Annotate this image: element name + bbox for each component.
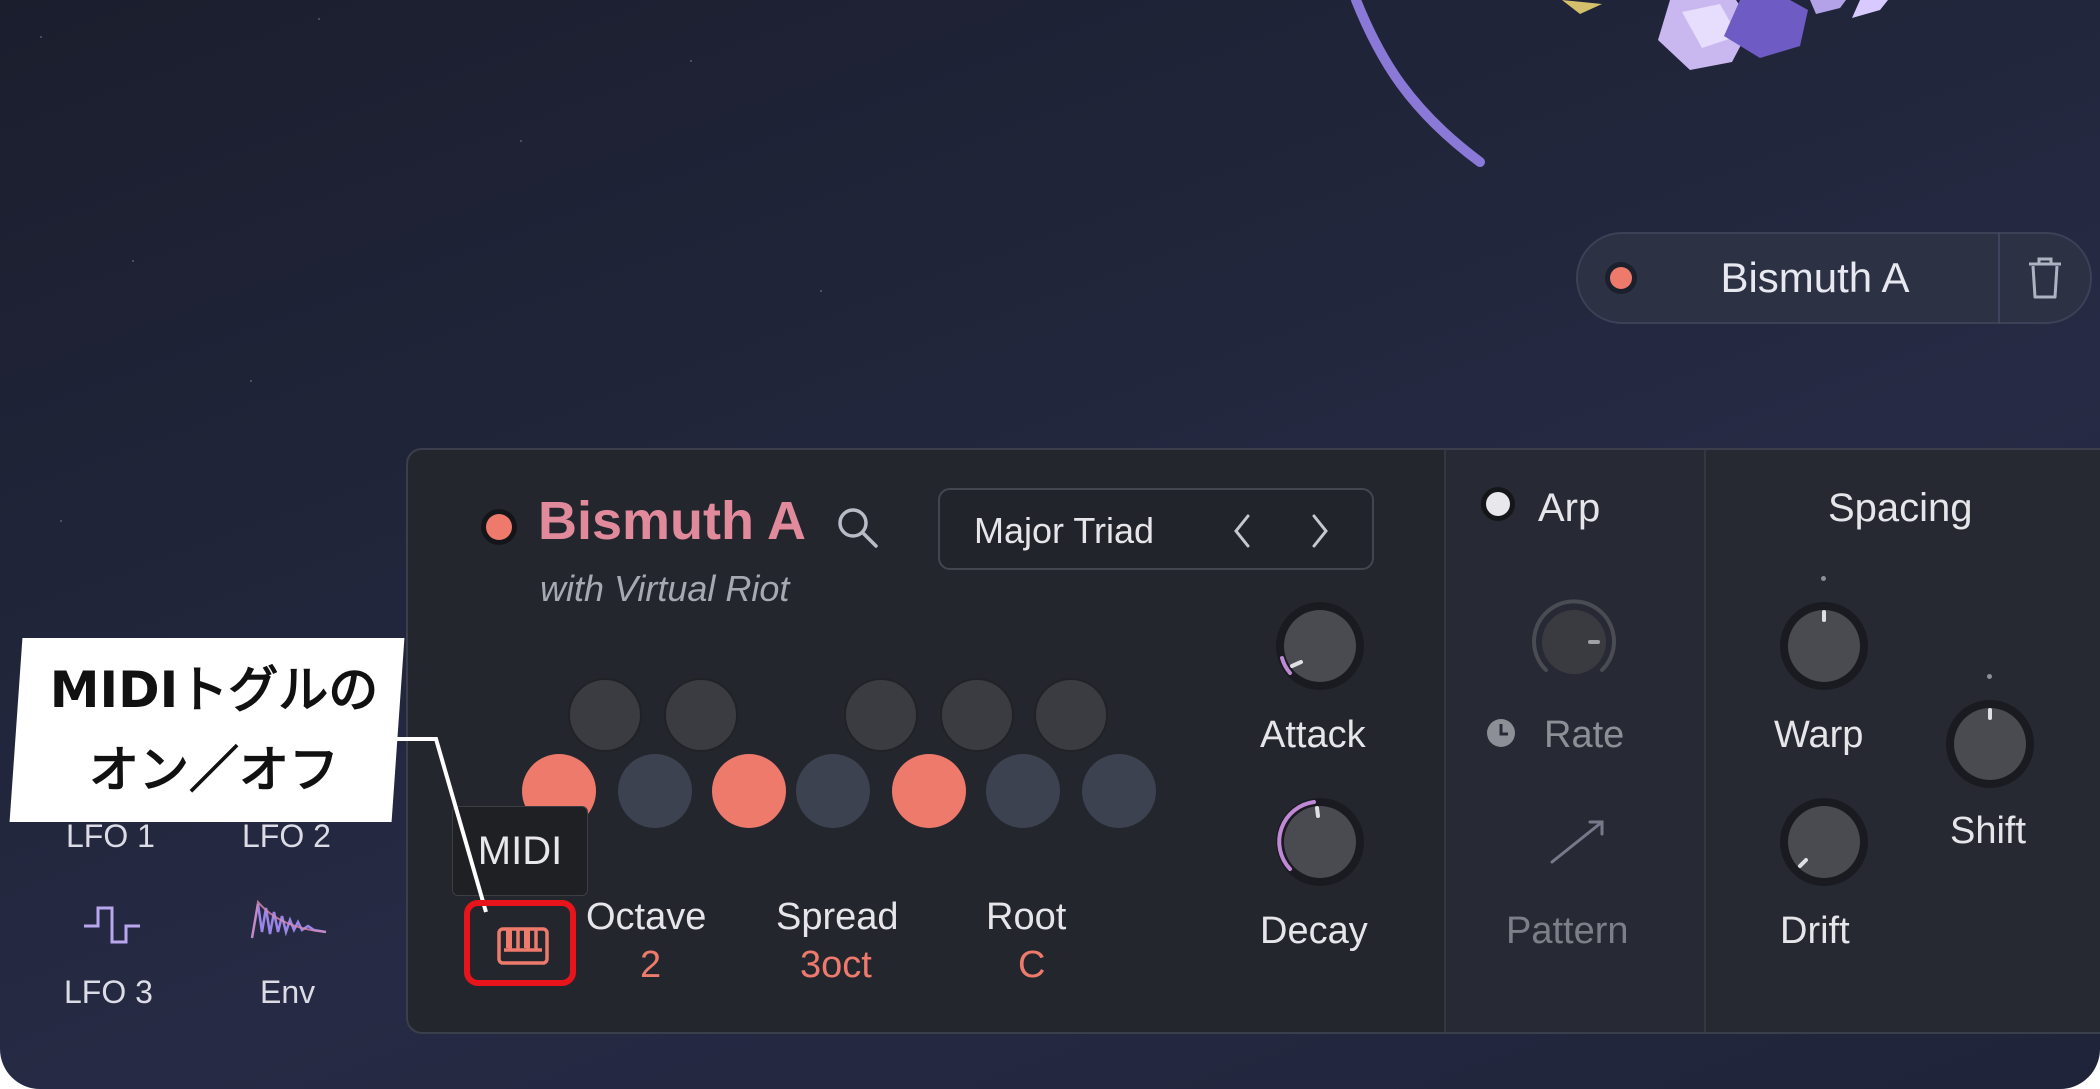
shift-label: Shift <box>1950 810 2027 852</box>
env-label[interactable]: Env <box>260 974 315 1011</box>
callout-line-2: オン／オフ <box>89 741 339 799</box>
attack-label: Attack <box>1260 714 1366 756</box>
note-key[interactable] <box>986 754 1060 828</box>
clock-icon <box>1487 719 1515 747</box>
crystal-artwork <box>1351 0 1888 167</box>
arp-enable-dot[interactable] <box>1486 492 1510 516</box>
drift-knob[interactable] <box>1772 790 1876 894</box>
spread-label: Spread <box>776 896 899 938</box>
arp-pattern-label: Pattern <box>1506 910 1629 952</box>
warp-label: Warp <box>1774 714 1864 756</box>
decay-knob[interactable] <box>1268 790 1372 894</box>
arp-rate-label: Rate <box>1544 714 1625 756</box>
instrument-title: Bismuth A <box>538 491 806 551</box>
track-chip[interactable]: Bismuth A <box>1576 232 2092 324</box>
lfo1-label[interactable]: LFO 1 <box>66 818 155 855</box>
octave-label: Octave <box>586 896 707 938</box>
drift-label: Drift <box>1780 910 1850 952</box>
instrument-panel: Bismuth A with Virtual Riot Major Triad <box>406 448 2100 1034</box>
chord-preset-selector[interactable]: Major Triad <box>938 488 1374 570</box>
note-key[interactable] <box>940 678 1014 752</box>
pattern-arrow-icon[interactable] <box>1548 816 1608 866</box>
arp-rate-knob[interactable] <box>1522 590 1626 694</box>
next-preset-icon[interactable] <box>1304 512 1334 550</box>
midi-toggle-highlight <box>464 900 576 986</box>
shift-knob[interactable] <box>1938 692 2042 796</box>
track-name: Bismuth A <box>1720 254 1910 301</box>
octave-value[interactable]: 2 <box>640 944 661 987</box>
note-key[interactable] <box>618 754 692 828</box>
warp-center-dot <box>1821 576 1826 581</box>
delete-button[interactable] <box>2000 232 2090 324</box>
chord-preset-name: Major Triad <box>974 510 1155 551</box>
note-key[interactable] <box>664 678 738 752</box>
track-enable-dot[interactable] <box>1610 267 1632 289</box>
envelope-wave-icon[interactable] <box>250 898 328 946</box>
note-key[interactable] <box>568 678 642 752</box>
attack-knob[interactable] <box>1268 594 1372 698</box>
previous-preset-icon[interactable] <box>1228 512 1258 550</box>
warp-knob[interactable] <box>1772 594 1876 698</box>
note-key-active[interactable] <box>892 754 966 828</box>
shift-center-dot <box>1987 674 1992 679</box>
root-value[interactable]: C <box>1018 944 1045 987</box>
search-icon[interactable] <box>836 506 880 550</box>
callout-line-1: MIDIトグルの <box>49 661 379 719</box>
spacing-title: Spacing <box>1828 486 1973 530</box>
note-key-active[interactable] <box>712 754 786 828</box>
callout-leader-line <box>382 737 488 913</box>
root-label: Root <box>986 896 1067 938</box>
note-key[interactable] <box>796 754 870 828</box>
trash-icon <box>2029 257 2061 299</box>
note-key[interactable] <box>844 678 918 752</box>
lfo2-label[interactable]: LFO 2 <box>242 818 331 855</box>
arp-title: Arp <box>1538 486 1601 530</box>
lfo3-label[interactable]: LFO 3 <box>64 974 153 1011</box>
arp-section: Arp Rate Pattern <box>1446 450 1704 1032</box>
spacing-section: Spacing Warp Drift Shift <box>1706 450 2100 1032</box>
app-window: Bismuth A LFO 1 LFO 2 LFO 3 Env Bismuth … <box>0 0 2100 1089</box>
instrument-subtitle: with Virtual Riot <box>540 568 790 609</box>
note-key[interactable] <box>1034 678 1108 752</box>
decay-label: Decay <box>1260 910 1368 952</box>
instrument-enable-dot[interactable] <box>486 514 512 540</box>
spread-value[interactable]: 3oct <box>800 944 872 987</box>
note-key[interactable] <box>1082 754 1156 828</box>
square-lfo-icon[interactable] <box>82 904 142 946</box>
callout-text: MIDIトグルの オン／オフ <box>24 650 404 810</box>
